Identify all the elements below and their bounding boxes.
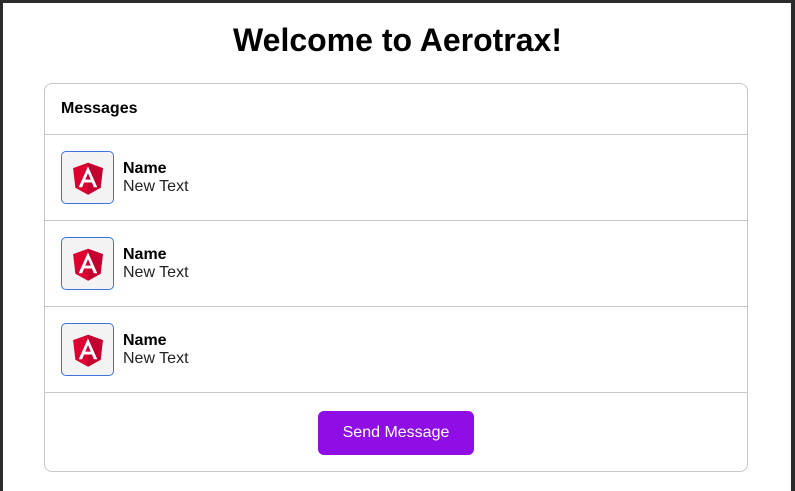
message-sender-name: Name	[123, 245, 167, 263]
message-text: New Text	[123, 263, 189, 281]
page-title: Welcome to Aerotrax!	[233, 22, 562, 58]
window-frame-top	[0, 0, 795, 3]
angular-logo-icon	[72, 248, 103, 281]
message-item[interactable]: Name New Text	[45, 221, 747, 307]
window-frame-left	[0, 0, 3, 491]
message-item[interactable]: Name New Text	[45, 135, 747, 221]
window-frame-right	[791, 0, 795, 491]
angular-logo-icon	[72, 162, 103, 195]
avatar	[61, 151, 114, 204]
message-text: New Text	[123, 177, 189, 195]
angular-logo-icon	[72, 334, 103, 367]
messages-card: Messages Name New Text Name New Text Nam…	[44, 83, 748, 472]
avatar	[61, 237, 114, 290]
avatar	[61, 323, 114, 376]
messages-card-header: Messages	[45, 84, 747, 135]
message-item[interactable]: Name New Text	[45, 307, 747, 393]
send-message-button[interactable]: Send Message	[318, 410, 474, 455]
message-text: New Text	[123, 349, 189, 367]
message-sender-name: Name	[123, 331, 167, 349]
message-sender-name: Name	[123, 159, 167, 177]
card-footer: Send Message	[45, 393, 747, 471]
